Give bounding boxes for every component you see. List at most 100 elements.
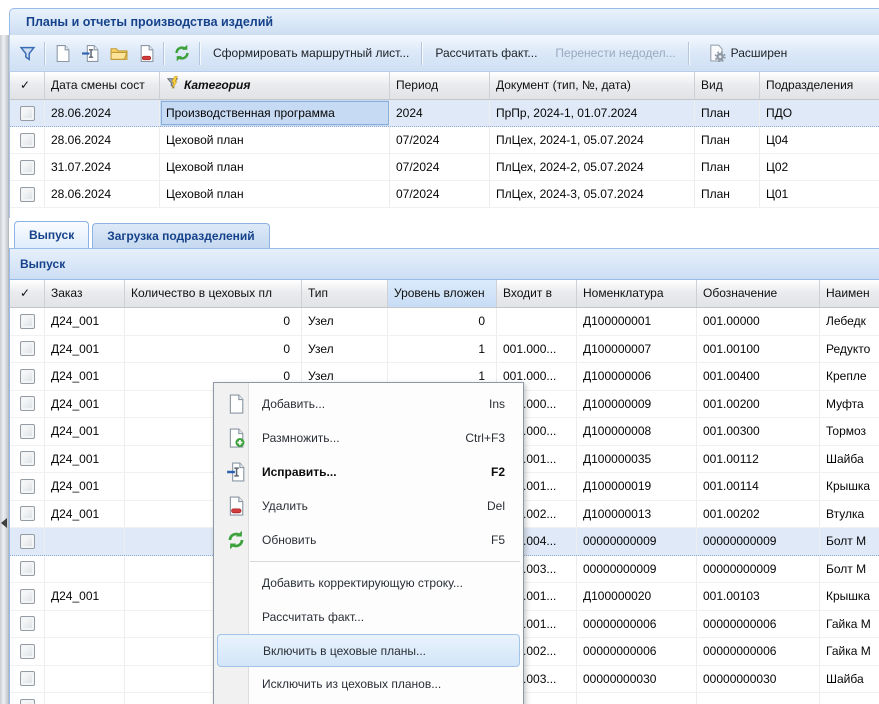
- menu-item-refresh[interactable]: ОбновитьF5: [214, 523, 523, 557]
- advanced-button[interactable]: Расширен: [699, 40, 797, 66]
- cell-period: 07/2024: [390, 127, 490, 153]
- filter-icon: [19, 45, 36, 62]
- cell-designation: 00000000006: [697, 638, 820, 665]
- column-header-period[interactable]: Период: [390, 72, 490, 99]
- page-title: Планы и отчеты производства изделий: [9, 8, 879, 35]
- toolbar-separator: [199, 42, 201, 65]
- menu-item-add-correction-row[interactable]: Добавить корректирующую строку...: [214, 566, 523, 600]
- menu-item-delete[interactable]: УдалитьDel: [214, 489, 523, 523]
- row-checkbox[interactable]: [20, 106, 35, 121]
- column-header-check[interactable]: ✓: [10, 280, 45, 307]
- edit-button[interactable]: [76, 40, 105, 66]
- table-row[interactable]: 28.06.2024Цеховой план07/2024ПлЦех, 2024…: [10, 127, 879, 154]
- refresh-button[interactable]: [168, 40, 196, 66]
- left-collapse-splitter[interactable]: [0, 35, 9, 704]
- row-checkbox[interactable]: [20, 671, 35, 686]
- menu-item-calc-fact[interactable]: Рассчитать факт...: [214, 600, 523, 634]
- filter-button[interactable]: [14, 40, 41, 66]
- column-header-check[interactable]: ✓: [10, 72, 45, 99]
- menu-item-shortcut: Del: [487, 499, 505, 513]
- toolbar-separator: [163, 42, 165, 65]
- tab-subdivision-load[interactable]: Загрузка подразделений: [92, 223, 269, 248]
- row-checkbox[interactable]: [20, 369, 35, 384]
- cell-order: Д24_001: [45, 473, 125, 500]
- cell-designation: 001.00300: [697, 418, 820, 445]
- table-row[interactable]: Д24_0010Узел1001.000...Д100000007001.001…: [10, 336, 879, 364]
- menu-item-edit[interactable]: Исправить...F2: [214, 455, 523, 489]
- cell-item-name: Лебедк: [820, 308, 879, 335]
- page-icon: [223, 394, 249, 414]
- cell-category: Производственная программа: [160, 100, 390, 126]
- cell-check: [10, 693, 45, 704]
- make-route-list-button[interactable]: Сформировать маршрутный лист...: [204, 40, 418, 66]
- row-checkbox[interactable]: [20, 589, 35, 604]
- table-row[interactable]: Д24_0010Узел0Д100000001001.00000Лебедк: [10, 308, 879, 336]
- menu-item-include-in-shop-plans[interactable]: Включить в цеховые планы...: [217, 634, 520, 667]
- cell-nomenclature: Д100000008: [577, 418, 697, 445]
- cell-designation: 001.00100: [697, 336, 820, 363]
- row-checkbox[interactable]: [20, 506, 35, 521]
- column-header-subdivisions[interactable]: Подразделения: [760, 72, 879, 99]
- page-edit-icon: [223, 462, 249, 482]
- cell-order: Д24_001: [45, 391, 125, 418]
- column-header-label: Уровень вложен: [394, 286, 485, 307]
- column-header-part-of[interactable]: Входит в: [497, 280, 577, 307]
- column-header-item-name[interactable]: Наимен: [820, 280, 879, 307]
- cell-order: Д24_001: [45, 583, 125, 610]
- tab-issue[interactable]: Выпуск: [14, 221, 89, 248]
- column-header-category[interactable]: Категория: [160, 72, 390, 99]
- page-minus-icon: [223, 496, 249, 516]
- row-checkbox[interactable]: [20, 424, 35, 439]
- cell-order: [45, 666, 125, 693]
- refresh-icon: [173, 44, 191, 62]
- calc-fact-button[interactable]: Рассчитать факт...: [426, 40, 546, 66]
- menu-item-label: Исключить из цеховых планов...: [262, 677, 505, 691]
- menu-item-exclude-from-shop-plans[interactable]: Исключить из цеховых планов...: [214, 667, 523, 701]
- menu-item-clone[interactable]: Размножить...Ctrl+F3: [214, 421, 523, 455]
- row-checkbox[interactable]: [20, 396, 35, 411]
- cell-nomenclature: 00000000009: [577, 528, 697, 555]
- column-header-type[interactable]: Тип: [302, 280, 388, 307]
- toolbar-separator: [688, 42, 690, 65]
- cell-check: [10, 391, 45, 418]
- collapse-arrow-icon[interactable]: [1, 518, 7, 528]
- cell-designation: 001.00400: [697, 363, 820, 390]
- cell-check: [10, 583, 45, 610]
- row-checkbox[interactable]: [20, 561, 35, 576]
- cell-item-name: Гайка М: [820, 638, 879, 665]
- row-checkbox[interactable]: [20, 616, 35, 631]
- column-header-document[interactable]: Документ (тип, №, дата): [490, 72, 695, 99]
- delete-button[interactable]: [133, 40, 160, 66]
- column-header-qty-in-shop-plans[interactable]: Количество в цеховых пл: [125, 280, 302, 307]
- table-row[interactable]: 31.07.2024Цеховой план07/2024ПлЦех, 2024…: [10, 154, 879, 181]
- cell-check: [10, 473, 45, 500]
- column-header-label: Количество в цеховых пл: [131, 286, 272, 307]
- menu-item-label: Включить в цеховые планы...: [263, 644, 504, 658]
- cell-item-name: Шайба: [820, 666, 879, 693]
- open-button[interactable]: [105, 40, 133, 66]
- row-checkbox[interactable]: [20, 341, 35, 356]
- add-button[interactable]: [49, 40, 76, 66]
- cell-check: [10, 611, 45, 638]
- cell-item-name: Крышка: [820, 583, 879, 610]
- row-checkbox[interactable]: [20, 479, 35, 494]
- column-header-state-change-date[interactable]: Дата смены сост: [45, 72, 160, 99]
- row-checkbox[interactable]: [20, 644, 35, 659]
- table-row[interactable]: 28.06.2024Цеховой план07/2024ПлЦех, 2024…: [10, 181, 879, 208]
- row-checkbox[interactable]: [20, 534, 35, 549]
- column-header-designation[interactable]: Обозначение: [697, 280, 820, 307]
- row-checkbox[interactable]: [20, 699, 35, 704]
- column-header-nomenclature[interactable]: Номенклатура: [577, 280, 697, 307]
- row-checkbox[interactable]: [20, 187, 35, 202]
- column-header-nesting-level[interactable]: Уровень вложен: [388, 280, 497, 307]
- row-checkbox[interactable]: [20, 451, 35, 466]
- column-header-order[interactable]: Заказ: [45, 280, 125, 307]
- table-row[interactable]: 28.06.2024Производственная программа2024…: [10, 100, 879, 127]
- row-checkbox[interactable]: [20, 133, 35, 148]
- cell-check: [10, 127, 45, 153]
- row-checkbox[interactable]: [20, 314, 35, 329]
- page-gear-icon: [708, 44, 726, 62]
- column-header-kind[interactable]: Вид: [695, 72, 760, 99]
- menu-item-add[interactable]: Добавить...Ins: [214, 387, 523, 421]
- row-checkbox[interactable]: [20, 160, 35, 175]
